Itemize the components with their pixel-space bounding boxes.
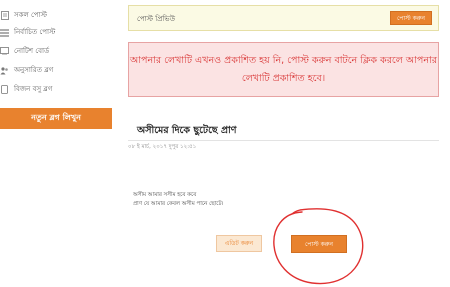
- people-icon: [0, 66, 9, 75]
- top-post-button[interactable]: পোস্ট করুন: [390, 11, 432, 25]
- new-blog-button[interactable]: নতুন ব্লগ লিখুন: [0, 108, 112, 129]
- post-body-line-1: অসীম আমার সসীম হবে কবে: [133, 192, 197, 198]
- sidebar-item-selected-posts[interactable]: নির্বাচিত পোস্ট: [0, 25, 105, 39]
- sidebar-item-user-blog[interactable]: বিজন বসু ব্লগ: [0, 82, 105, 96]
- list-icon: [0, 28, 9, 37]
- alert-line-1: আপনার লেখাটি এখনও প্রকাশিত হয় নি, পোস্ট…: [129, 55, 438, 66]
- sidebar-item-label: নির্বাচিত পোস্ট: [14, 28, 56, 36]
- post-button[interactable]: পোস্ট করুন: [291, 235, 347, 253]
- preview-bar: পোস্ট প্রিভিউ পোস্ট করুন: [128, 5, 439, 31]
- sidebar-item-label: বিজন বসু ব্লগ: [14, 85, 53, 93]
- post-body-line-2: প্রাণ যে আমার কেবল অসীম পানে ছোটে।: [133, 201, 224, 207]
- board-icon: [0, 47, 9, 56]
- sidebar-item-label: সকল পোস্ট: [14, 11, 47, 19]
- unpublished-alert: আপনার লেখাটি এখনও প্রকাশিত হয় নি, পোস্ট…: [128, 42, 439, 97]
- preview-title: পোস্ট প্রিভিউ: [137, 15, 176, 23]
- sidebar: সকল পোস্ট নির্বাচিত পোস্ট নোটিশ বোর্ড অন…: [0, 0, 112, 287]
- sidebar-item-all-posts[interactable]: সকল পোস্ট: [0, 8, 105, 22]
- page-icon: [0, 84, 9, 94]
- sidebar-item-followed-blogs[interactable]: অনুসারিত ব্লগ: [0, 63, 105, 77]
- document-icon: [0, 10, 9, 20]
- sidebar-item-label: নোটিশ বোর্ড: [14, 47, 50, 55]
- post-date: ০৮ ই মার্চ, ২০১৭ দুপুর ১২:৫১: [128, 144, 197, 150]
- post-divider: [128, 140, 439, 141]
- alert-line-2: লেখাটি প্রকাশিত হবে।: [241, 73, 326, 84]
- sidebar-item-notice-board[interactable]: নোটিশ বোর্ড: [0, 44, 105, 58]
- sidebar-item-label: অনুসারিত ব্লগ: [14, 66, 54, 74]
- post-body: অসীম আমার সসীম হবে কবে প্রাণ যে আমার কেব…: [133, 191, 223, 209]
- edit-button[interactable]: এডিট করুন: [216, 235, 262, 252]
- post-title: অসীমের দিকে ছুটেছে প্রাণ: [137, 125, 237, 136]
